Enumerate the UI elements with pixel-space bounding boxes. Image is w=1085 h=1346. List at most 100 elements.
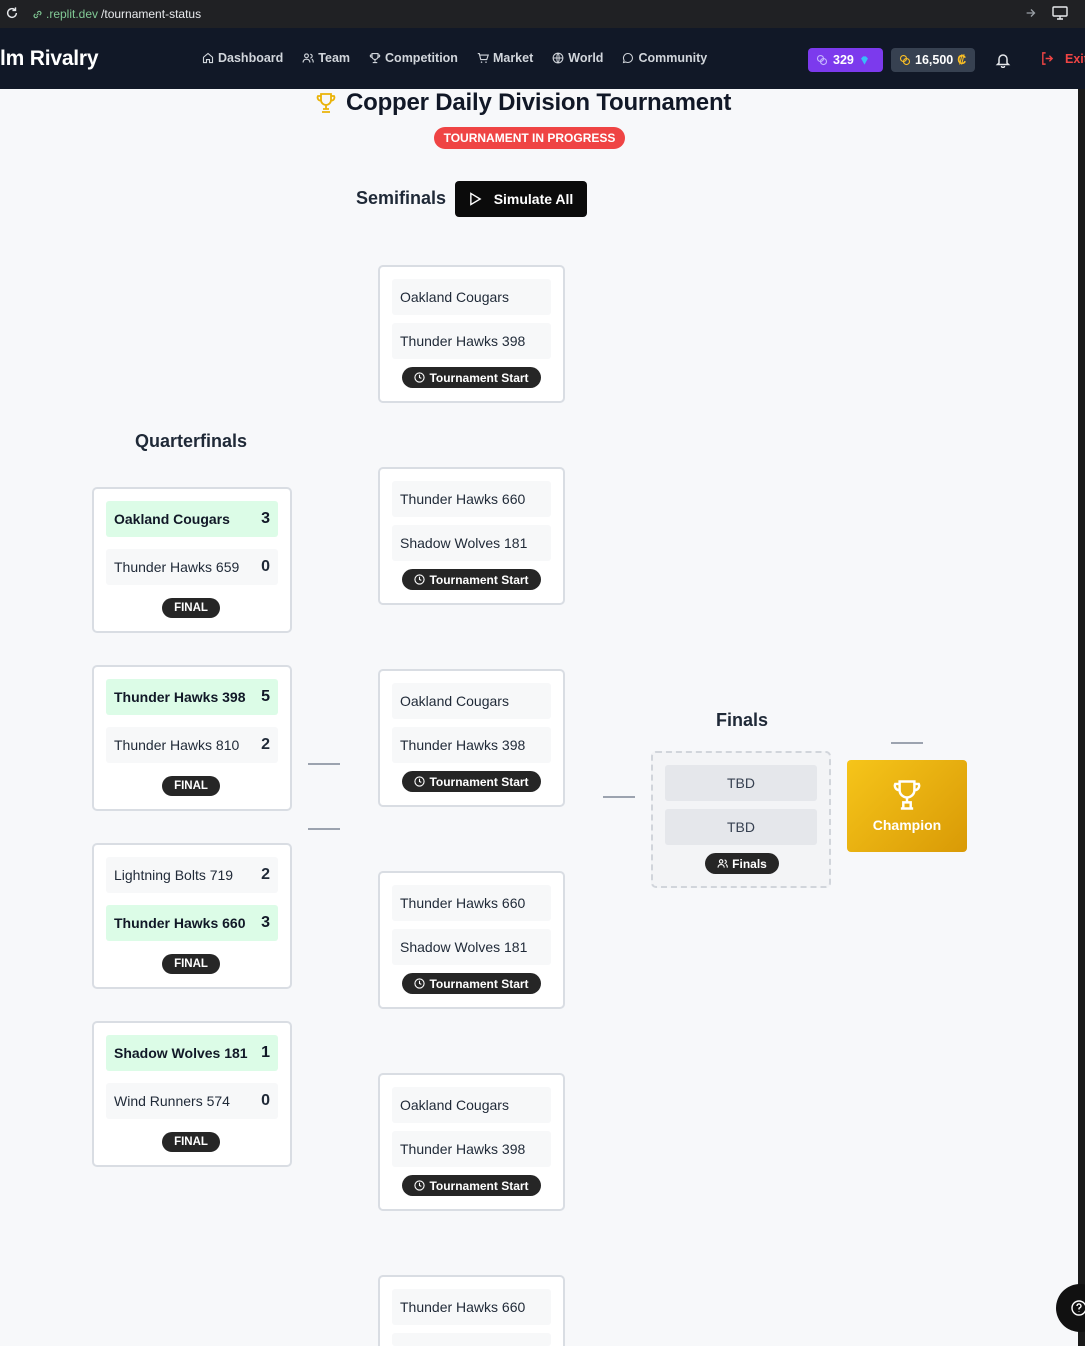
- bracket-connector: [891, 742, 923, 744]
- champion-label: Champion: [872, 817, 942, 833]
- semifinal-match-1[interactable]: Oakland Cougars Thunder Hawks 398 Tourna…: [378, 265, 565, 403]
- currency-symbol: ₡: [957, 53, 967, 67]
- bracket-connector: [603, 796, 635, 798]
- nav-world[interactable]: World: [552, 51, 603, 65]
- brand-logo[interactable]: lm Rivalry: [0, 47, 99, 71]
- match-team: Thunder Hawks 398: [392, 1131, 551, 1167]
- match-team: Thunder Hawks 810 2: [106, 727, 278, 763]
- final-badge: FINAL: [162, 1132, 220, 1152]
- nav-competition[interactable]: Competition: [369, 51, 458, 65]
- gems-counter[interactable]: 329: [808, 48, 883, 72]
- final-badge: FINAL: [162, 776, 220, 796]
- badge-label: Tournament Start: [429, 572, 529, 587]
- match-team: Wind Runners 574 0: [106, 1083, 278, 1119]
- team-name: Lightning Bolts 719: [114, 867, 234, 883]
- coins-icon: [899, 54, 911, 66]
- arrow-right-icon[interactable]: [1024, 6, 1038, 20]
- simulate-all-button[interactable]: Simulate All: [455, 181, 587, 217]
- team-name: Thunder Hawks 659: [114, 559, 240, 575]
- semifinal-match-3[interactable]: Oakland Cougars Thunder Hawks 398 Tourna…: [378, 669, 565, 807]
- badge-label: Tournament Start: [429, 370, 529, 385]
- match-team: [392, 1333, 551, 1346]
- badge-label: Finals: [732, 856, 767, 871]
- nav-dashboard[interactable]: Dashboard: [202, 51, 283, 65]
- team-name: Thunder Hawks 810: [114, 737, 240, 753]
- users-icon: [302, 53, 315, 63]
- team-score: 2: [261, 866, 270, 883]
- trophy-icon: [893, 780, 921, 810]
- final-badge: FINAL: [162, 954, 220, 974]
- match-team: Thunder Hawks 660: [392, 1289, 551, 1325]
- team-name: Thunder Hawks 398: [114, 689, 246, 705]
- home-icon: [202, 52, 214, 64]
- team-score: 1: [261, 1044, 270, 1061]
- simulate-label: Simulate All: [493, 191, 574, 207]
- link-icon: [33, 10, 42, 18]
- match-team: Shadow Wolves 181: [392, 525, 551, 561]
- tournament-title: Copper Daily Division Tournament: [346, 89, 732, 116]
- semifinal-match-2[interactable]: Thunder Hawks 660 Shadow Wolves 181 Tour…: [378, 467, 565, 605]
- semifinal-match-5[interactable]: Oakland Cougars Thunder Hawks 398 Tourna…: [378, 1073, 565, 1211]
- finals-team: TBD: [665, 809, 817, 845]
- quarterfinal-match-3[interactable]: Lightning Bolts 719 2 Thunder Hawks 660 3 …: [92, 843, 292, 989]
- badge-label: Tournament Start: [429, 976, 529, 991]
- finals-match[interactable]: TBD TBD Finals: [651, 751, 831, 888]
- globe-icon: [552, 52, 564, 64]
- tournament-start-badge: Tournament Start: [402, 1175, 541, 1196]
- team-score: 3: [261, 914, 270, 931]
- team-name: Shadow Wolves 181: [114, 1045, 248, 1061]
- nav-label: Team: [318, 51, 351, 65]
- bracket-connector: [308, 763, 340, 765]
- nav-label: Market: [492, 51, 534, 65]
- round-title-semifinals: Semifinals: [356, 188, 447, 208]
- page-title: Copper Daily Division Tournament: [314, 89, 731, 117]
- coins-icon: [816, 54, 828, 66]
- finals-team: TBD: [665, 765, 817, 801]
- exit-button[interactable]: Exit: [1040, 51, 1085, 66]
- browser-url-bar: .replit.dev/tournament-status: [0, 0, 1085, 28]
- team-score: 3: [261, 510, 270, 527]
- help-button[interactable]: [1056, 1284, 1085, 1332]
- scrollbar[interactable]: [1078, 89, 1085, 1346]
- nav-community[interactable]: Community: [622, 51, 707, 65]
- semifinal-match-4[interactable]: Thunder Hawks 660 Shadow Wolves 181 Tour…: [378, 871, 565, 1009]
- nav-label: Competition: [385, 51, 458, 65]
- match-team-winner: Thunder Hawks 398 5: [106, 679, 278, 715]
- trophy-icon: [369, 52, 381, 64]
- monitor-icon[interactable]: [1052, 6, 1068, 20]
- match-team-winner: Thunder Hawks 660 3: [106, 905, 278, 941]
- team-score: 5: [261, 688, 270, 705]
- match-team: Thunder Hawks 660: [392, 885, 551, 921]
- match-team-winner: Oakland Cougars 3: [106, 501, 278, 537]
- url-path: /tournament-status: [101, 7, 202, 21]
- round-title-quarterfinals: Quarterfinals: [135, 431, 248, 451]
- tournament-start-badge: Tournament Start: [402, 771, 541, 792]
- match-team: Thunder Hawks 398: [392, 323, 551, 359]
- clock-icon: [414, 978, 426, 989]
- match-team: Shadow Wolves 181: [392, 929, 551, 965]
- team-score: 0: [261, 1092, 270, 1109]
- semifinal-match-6[interactable]: Thunder Hawks 660: [378, 1275, 565, 1346]
- nav-label: Community: [638, 51, 708, 65]
- match-team: Oakland Cougars: [392, 279, 551, 315]
- address-field[interactable]: .replit.dev/tournament-status: [32, 7, 201, 21]
- tournament-start-badge: Tournament Start: [402, 569, 541, 590]
- team-name: Oakland Cougars: [114, 511, 230, 527]
- quarterfinal-match-1[interactable]: Oakland Cougars 3 Thunder Hawks 659 0 FINA…: [92, 487, 292, 633]
- reload-icon[interactable]: [5, 6, 19, 20]
- nav-market[interactable]: Market: [477, 51, 533, 65]
- coins-counter[interactable]: 16,500 ₡: [891, 48, 975, 72]
- quarterfinal-match-4[interactable]: Shadow Wolves 181 1 Wind Runners 574 0 FIN…: [92, 1021, 292, 1167]
- status-badge: TOURNAMENT IN PROGRESS: [434, 127, 625, 149]
- cart-icon: [477, 52, 489, 63]
- nav-team[interactable]: Team: [302, 51, 350, 65]
- match-team-winner: Shadow Wolves 181 1: [106, 1035, 278, 1071]
- match-team: Oakland Cougars: [392, 1087, 551, 1123]
- clock-icon: [414, 1180, 426, 1191]
- clock-icon: [414, 776, 426, 787]
- quarterfinal-match-2[interactable]: Thunder Hawks 398 5 Thunder Hawks 810 2 FI…: [92, 665, 292, 811]
- team-name: Thunder Hawks 660: [114, 915, 246, 931]
- final-badge: FINAL: [162, 598, 220, 618]
- trophy-icon: [316, 93, 336, 113]
- bell-icon[interactable]: [995, 52, 1011, 68]
